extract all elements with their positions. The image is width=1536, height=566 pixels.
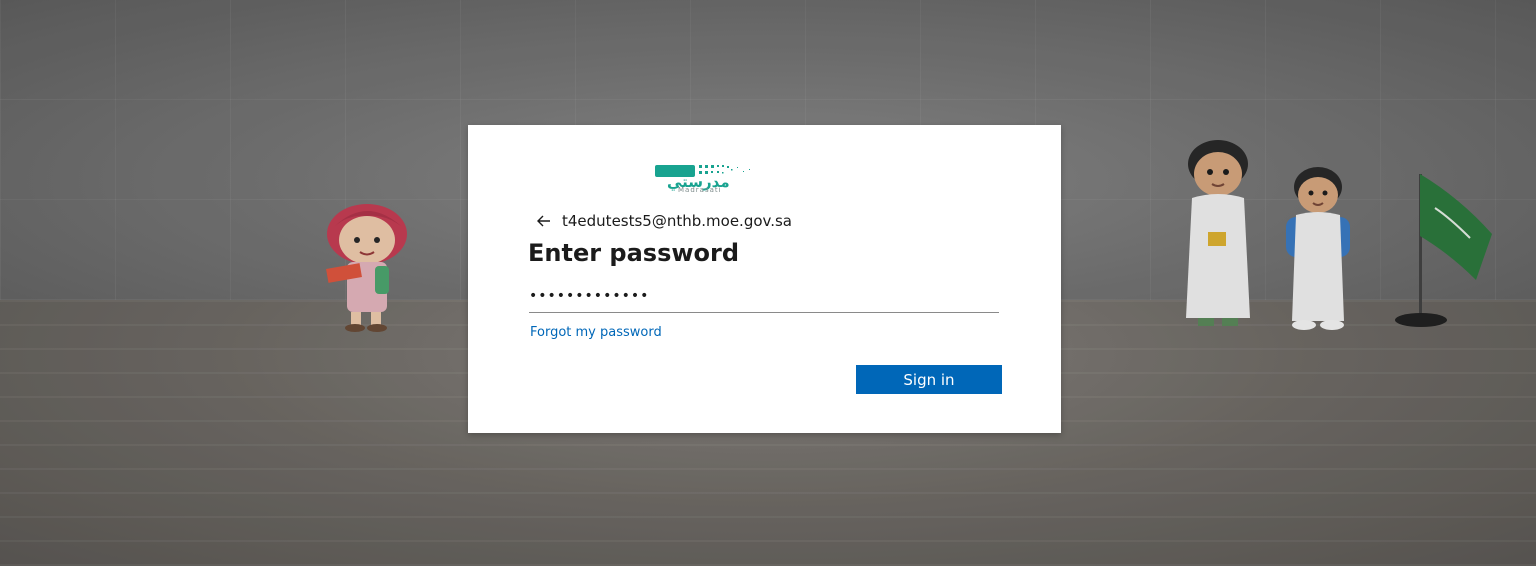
sign-in-dialog: مدرستي Madrasati t4edutests5@nthb.moe.go… bbox=[468, 125, 1061, 433]
page-title: Enter password bbox=[528, 239, 740, 267]
forgot-password-link[interactable]: Forgot my password bbox=[530, 325, 662, 340]
logo-latin-text: Madrasati bbox=[678, 186, 722, 194]
password-input[interactable] bbox=[529, 282, 999, 313]
identity-banner[interactable]: t4edutests5@nthb.moe.gov.sa bbox=[534, 211, 792, 231]
sign-in-button[interactable]: Sign in bbox=[856, 365, 1002, 394]
back-arrow-icon[interactable] bbox=[534, 211, 554, 231]
identity-email: t4edutests5@nthb.moe.gov.sa bbox=[562, 212, 793, 230]
madrasati-logo: مدرستي Madrasati bbox=[655, 163, 755, 199]
